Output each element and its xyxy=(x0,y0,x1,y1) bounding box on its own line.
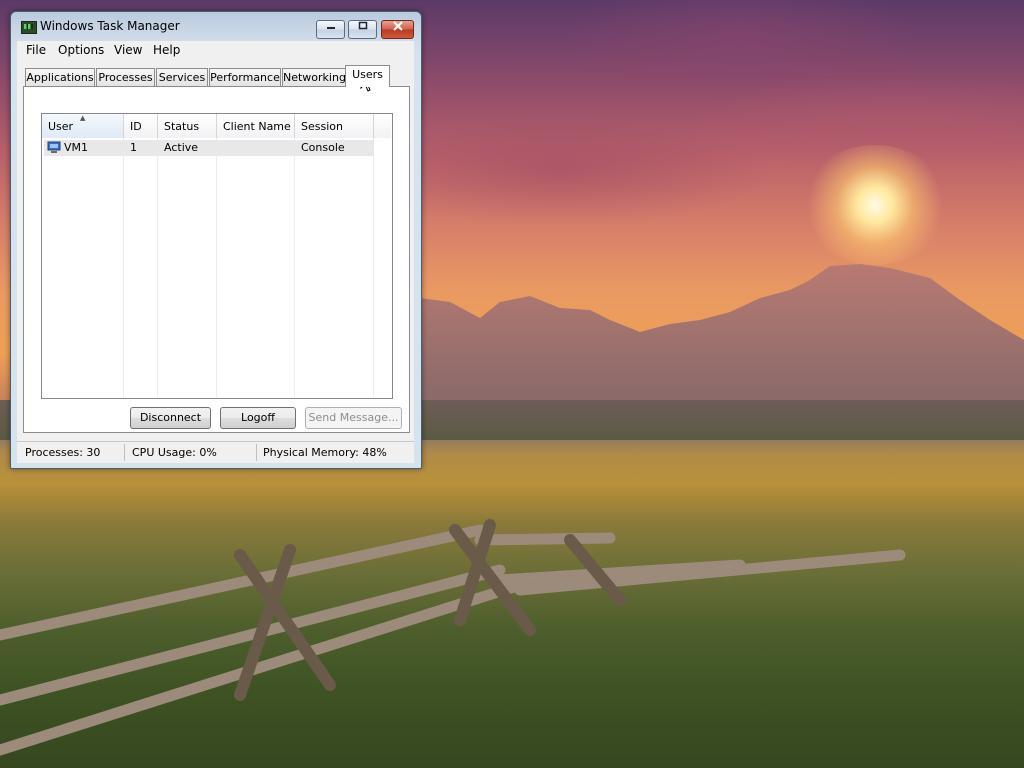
cell-status: Active xyxy=(164,141,199,154)
task-manager-window[interactable]: Windows Task Manager File Options View H… xyxy=(10,11,422,469)
status-separator xyxy=(256,444,257,461)
cell-user: VM1 xyxy=(64,141,89,154)
column-divider xyxy=(295,114,374,397)
window-title: Windows Task Manager xyxy=(40,19,180,33)
logoff-button[interactable]: Logoff xyxy=(220,407,296,429)
task-manager-icon xyxy=(21,21,37,34)
column-header-id[interactable]: ID xyxy=(124,114,158,138)
cell-session: Console xyxy=(301,141,345,154)
status-processes: Processes: 30 xyxy=(25,446,101,459)
minimize-button[interactable] xyxy=(316,20,345,39)
column-divider xyxy=(124,114,158,397)
user-icon xyxy=(47,141,61,153)
status-physical-memory: Physical Memory: 48% xyxy=(263,446,387,459)
column-header-user[interactable]: ▲ User xyxy=(42,114,124,138)
sort-ascending-icon: ▲ xyxy=(80,114,86,122)
menu-bar: File Options View Help xyxy=(17,41,414,60)
send-message-button[interactable]: Send Message... xyxy=(305,407,402,429)
tab-performance[interactable]: Performance xyxy=(209,68,281,86)
column-header-client-name[interactable]: Client Name xyxy=(217,114,295,138)
maximize-icon xyxy=(358,21,367,30)
status-bar: Processes: 30 CPU Usage: 0% Physical Mem… xyxy=(17,441,414,463)
menu-help[interactable]: Help xyxy=(153,43,180,57)
title-bar[interactable]: Windows Task Manager xyxy=(11,12,421,40)
window-client-area: Applications Processes Services Performa… xyxy=(17,60,414,463)
wallpaper-sun xyxy=(800,145,950,265)
close-icon xyxy=(392,21,403,31)
column-header-filler xyxy=(374,114,391,138)
users-list[interactable]: ▲ User ID Status Client Name Session VM1… xyxy=(41,113,393,399)
status-cpu-usage: CPU Usage: 0% xyxy=(132,446,217,459)
tab-processes[interactable]: Processes xyxy=(96,68,155,86)
table-row[interactable]: VM1 1 Active Console xyxy=(44,140,374,156)
tab-users[interactable]: Users xyxy=(345,65,390,87)
tab-applications[interactable]: Applications xyxy=(25,68,95,86)
cell-id: 1 xyxy=(130,141,137,154)
column-divider xyxy=(217,114,295,397)
status-separator xyxy=(124,444,125,461)
menu-view[interactable]: View xyxy=(114,43,142,57)
column-header-session[interactable]: Session xyxy=(295,114,374,138)
tab-services[interactable]: Services xyxy=(156,68,208,86)
disconnect-button[interactable]: Disconnect xyxy=(130,407,211,429)
minimize-icon xyxy=(326,27,335,29)
menu-file[interactable]: File xyxy=(26,43,46,57)
close-button[interactable] xyxy=(381,20,414,39)
column-divider xyxy=(158,114,217,397)
menu-options[interactable]: Options xyxy=(58,43,104,57)
column-divider xyxy=(42,114,124,397)
column-header-status[interactable]: Status xyxy=(158,114,217,138)
maximize-button[interactable] xyxy=(348,20,377,39)
tab-networking[interactable]: Networking xyxy=(282,68,346,86)
wallpaper-fence xyxy=(0,519,906,756)
